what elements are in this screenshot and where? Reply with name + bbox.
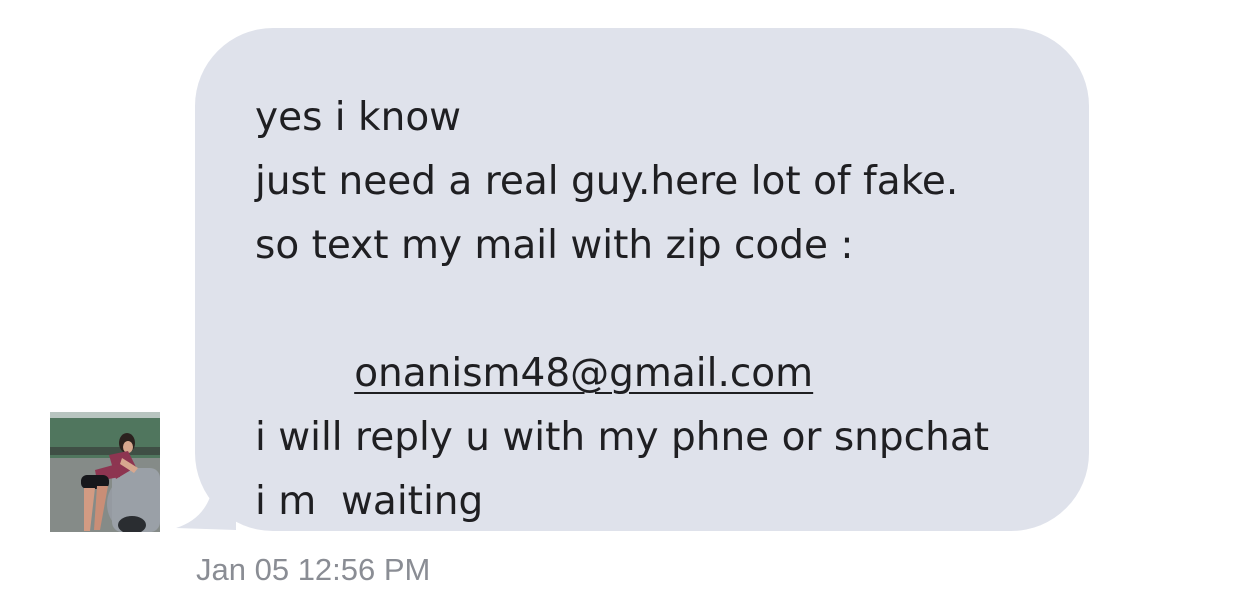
message-line: yes i know: [255, 95, 462, 140]
contact-avatar[interactable]: [50, 412, 160, 532]
incoming-message-row: yes i know just need a real guy.here lot…: [0, 0, 1242, 606]
message-line: just need a real guy.here lot of fake.: [255, 159, 959, 204]
message-body: yes i know just need a real guy.here lot…: [255, 86, 1049, 534]
message-bubble[interactable]: yes i know just need a real guy.here lot…: [195, 28, 1089, 531]
email-link[interactable]: onanism48@gmail.com: [354, 351, 813, 396]
email-line: onanism48@gmail.com: [255, 278, 1049, 396]
message-line: i will reply u with my phne or snpchat: [255, 415, 990, 460]
avatar-photo-icon: [50, 412, 160, 532]
message-timestamp: Jan 05 12:56 PM: [196, 552, 431, 587]
message-line: i m waiting: [255, 479, 484, 524]
message-line: so text my mail with zip code :: [255, 223, 854, 268]
